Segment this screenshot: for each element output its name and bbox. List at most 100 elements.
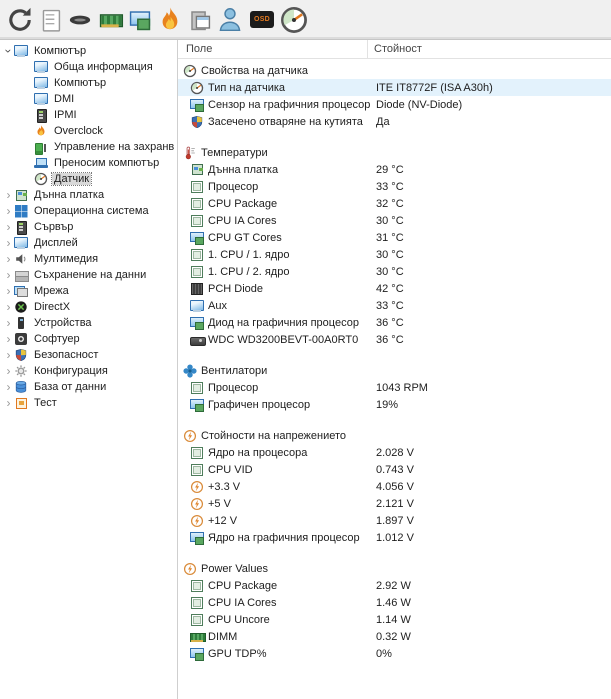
- field-row[interactable]: DIMM 0.32 W: [178, 628, 611, 645]
- sidebar-item[interactable]: › Тест: [0, 395, 177, 411]
- chevron-right-icon[interactable]: ›: [3, 269, 14, 281]
- field-row[interactable]: Графичен процесор 19%: [178, 396, 611, 413]
- field-row[interactable]: Тип на датчика ITE IT8772F (ISA A30h): [178, 79, 611, 96]
- field-row[interactable]: Процесор 1043 RPM: [178, 379, 611, 396]
- sidebar-item[interactable]: › Дисплей: [0, 235, 177, 251]
- column-header-value[interactable]: Стойност: [368, 43, 422, 55]
- gauge-button[interactable]: [279, 4, 309, 36]
- field-row[interactable]: Процесор 33 °C: [178, 178, 611, 195]
- field-value: 36 °C: [376, 333, 404, 346]
- sidebar-item[interactable]: › База от данни: [0, 379, 177, 395]
- test-icon: [14, 396, 28, 410]
- sidebar-item[interactable]: › Безопасност: [0, 347, 177, 363]
- field-cell: Засечено отваряне на кутията: [190, 115, 374, 129]
- user-button[interactable]: [215, 4, 245, 36]
- chevron-right-icon[interactable]: ›: [3, 317, 14, 329]
- refresh-button[interactable]: [5, 4, 35, 36]
- field-value: Diode (NV-Diode): [376, 98, 463, 111]
- chevron-right-icon[interactable]: ›: [3, 397, 14, 409]
- field-row[interactable]: CPU IA Cores 30 °C: [178, 212, 611, 229]
- sidebar-item[interactable]: › Конфигурация: [0, 363, 177, 379]
- refresh-icon: [9, 7, 31, 31]
- sidebar-item[interactable]: Управление на захранв: [0, 139, 177, 155]
- field-row[interactable]: Дънна платка 29 °C: [178, 161, 611, 178]
- field-row[interactable]: +3.3 V 4.056 V: [178, 478, 611, 495]
- field-cell: Дънна платка: [190, 163, 374, 177]
- flame-button[interactable]: [155, 4, 185, 36]
- report-button[interactable]: [35, 4, 65, 36]
- field-row[interactable]: Ядро на процесора 2.028 V: [178, 444, 611, 461]
- chip-icon: [190, 197, 204, 211]
- video-icon: [190, 647, 204, 661]
- windows-icon: [14, 204, 28, 218]
- field-row[interactable]: CPU VID 0.743 V: [178, 461, 611, 478]
- chevron-right-icon[interactable]: ›: [3, 189, 14, 201]
- ram-button[interactable]: [95, 4, 125, 36]
- sidebar-item[interactable]: › Мултимедия: [0, 251, 177, 267]
- field-row[interactable]: Aux 33 °C: [178, 297, 611, 314]
- chevron-right-icon[interactable]: ›: [3, 301, 14, 313]
- sidebar-item[interactable]: › Сървър: [0, 219, 177, 235]
- field-row[interactable]: +5 V 2.121 V: [178, 495, 611, 512]
- column-header-field[interactable]: Поле: [178, 40, 368, 58]
- field-row[interactable]: PCH Diode 42 °C: [178, 280, 611, 297]
- sidebar-item[interactable]: › Компютър: [0, 43, 177, 59]
- sensor-sections: Свойства на датчика Тип на датчика ITE IT8…: [178, 59, 611, 662]
- ram-icon: [190, 630, 206, 644]
- field-row[interactable]: CPU GT Cores 31 °C: [178, 229, 611, 246]
- field-row[interactable]: CPU Package 2.92 W: [178, 577, 611, 594]
- sidebar-item[interactable]: › Софтуер: [0, 331, 177, 347]
- sidebar-item[interactable]: IPMI: [0, 107, 177, 123]
- field-row[interactable]: +12 V 1.897 V: [178, 512, 611, 529]
- sidebar-item[interactable]: Обща информация: [0, 59, 177, 75]
- section-header: Вентилатори: [178, 362, 611, 379]
- field-row[interactable]: Засечено отваряне на кутията Да: [178, 113, 611, 130]
- preferences-button[interactable]: [185, 4, 215, 36]
- sidebar-item[interactable]: › DirectX: [0, 299, 177, 315]
- chevron-right-icon[interactable]: ›: [3, 221, 14, 233]
- chevron-right-icon[interactable]: ›: [3, 333, 14, 345]
- field-row[interactable]: Ядро на графичния процесор 1.012 V: [178, 529, 611, 546]
- chevron-right-icon[interactable]: ›: [3, 237, 14, 249]
- sidebar-item[interactable]: › Операционна система: [0, 203, 177, 219]
- osd-button[interactable]: OSD: [245, 4, 279, 36]
- section-title: Power Values: [201, 562, 269, 575]
- chevron-right-icon[interactable]: ›: [3, 349, 14, 361]
- field-row[interactable]: GPU TDP% 0%: [178, 645, 611, 662]
- field-row[interactable]: CPU IA Cores 1.46 W: [178, 594, 611, 611]
- sidebar-item-label: Съхранение на данни: [34, 269, 147, 281]
- sidebar-item[interactable]: › Мрежа: [0, 283, 177, 299]
- report-icon: [40, 9, 61, 32]
- chevron-right-icon[interactable]: ›: [3, 253, 14, 265]
- chevron-right-icon[interactable]: ›: [3, 285, 14, 297]
- field-row[interactable]: CPU Package 32 °C: [178, 195, 611, 212]
- chevron-right-icon[interactable]: ›: [3, 205, 14, 217]
- field-label: Диод на графичния процесор: [208, 316, 359, 329]
- field-label: Графичен процесор: [208, 398, 311, 411]
- sidebar-item[interactable]: Overclock: [0, 123, 177, 139]
- field-row[interactable]: 1. CPU / 2. ядро 30 °C: [178, 263, 611, 280]
- sidebar-item[interactable]: › Дънна платка: [0, 187, 177, 203]
- field-value: 0%: [376, 647, 392, 660]
- chevron-down-icon[interactable]: ›: [2, 46, 16, 57]
- sidebar-item[interactable]: › Съхранение на данни: [0, 267, 177, 283]
- field-row[interactable]: WDC WD3200BEVT-00A0RT0 36 °C: [178, 331, 611, 348]
- sidebar-item[interactable]: › Устройства: [0, 315, 177, 331]
- sidebar-item[interactable]: Датчик: [0, 171, 177, 187]
- chip-icon: [190, 381, 204, 395]
- voltage-icon: [183, 429, 197, 443]
- sidebar-item[interactable]: Компютър: [0, 75, 177, 91]
- field-value: 1.46 W: [376, 596, 411, 609]
- sidebar-item[interactable]: DMI: [0, 91, 177, 107]
- chevron-right-icon[interactable]: ›: [3, 381, 14, 393]
- chip-icon: [190, 265, 204, 279]
- field-row[interactable]: CPU Uncore 1.14 W: [178, 611, 611, 628]
- field-row[interactable]: 1. CPU / 1. ядро 30 °C: [178, 246, 611, 263]
- field-row[interactable]: Диод на графичния процесор 36 °C: [178, 314, 611, 331]
- cpu-button[interactable]: [65, 4, 95, 36]
- sidebar-item[interactable]: Преносим компютър: [0, 155, 177, 171]
- video-button[interactable]: [125, 4, 155, 36]
- field-row[interactable]: Сензор на графичния процесор Diode (NV-Di…: [178, 96, 611, 113]
- server-icon: [34, 108, 48, 123]
- chevron-right-icon[interactable]: ›: [3, 365, 14, 377]
